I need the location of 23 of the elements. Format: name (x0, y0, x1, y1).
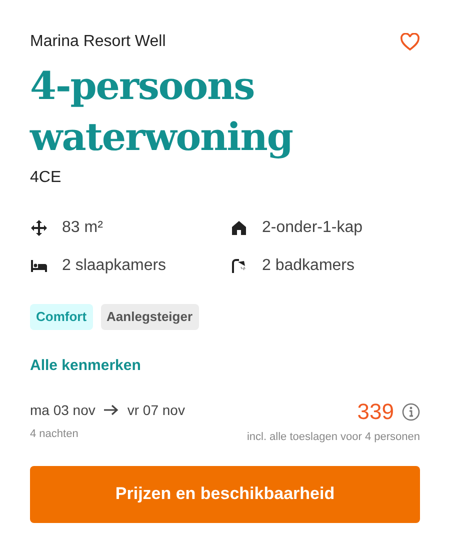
park-name: Marina Resort Well (30, 32, 166, 52)
feature-text: 2 slaapkamers (62, 256, 166, 276)
house-icon (230, 219, 248, 237)
feature-text: 83 m² (62, 218, 103, 238)
heart-icon[interactable] (400, 33, 420, 51)
feature-tag: Comfort (30, 304, 93, 330)
price-note: incl. alle toeslagen voor 4 personen (246, 430, 420, 442)
feature-tag: Aanlegsteiger (100, 304, 199, 330)
feature-text: 2-onder-1-kap (262, 218, 362, 238)
info-icon[interactable] (402, 402, 420, 420)
nights-count: 4 nachten (30, 428, 78, 440)
all-features-link[interactable]: Alle kenmerken (30, 356, 141, 374)
departure-date: vr 07 nov (127, 400, 185, 420)
move-icon (30, 219, 48, 237)
price: 339 (357, 400, 394, 424)
arrival-date: ma 03 nov (30, 400, 96, 420)
feature-text: 2 badkamers (262, 256, 354, 276)
accommodation-code: 4CE (30, 168, 62, 188)
accommodation-title: 4-persoons waterwoning (30, 62, 294, 161)
prices-availability-button[interactable]: Prijzen en beschikbaarheid (30, 466, 420, 522)
bed-icon (30, 257, 48, 275)
shower-icon (230, 257, 248, 275)
arrow-right-icon (103, 404, 120, 416)
